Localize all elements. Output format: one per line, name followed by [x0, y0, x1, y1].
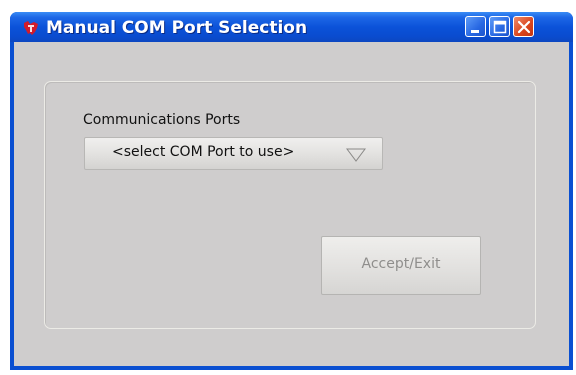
com-port-dropdown[interactable]: <select COM Port to use>	[84, 137, 383, 170]
close-icon	[517, 20, 531, 34]
triangle-down-icon	[346, 148, 366, 162]
maximize-icon	[493, 20, 507, 34]
com-port-dropdown-value: <select COM Port to use>	[112, 144, 295, 160]
minimize-button[interactable]	[465, 16, 486, 37]
window-title: Manual COM Port Selection	[46, 18, 308, 38]
communications-ports-label: Communications Ports	[83, 112, 241, 128]
app-window: Manual COM Port Selection Communications…	[10, 12, 573, 370]
ti-logo-icon	[24, 21, 38, 35]
minimize-icon	[471, 30, 479, 33]
accept-exit-button-label: Accept/Exit	[361, 256, 441, 272]
title-bar[interactable]: Manual COM Port Selection	[10, 12, 573, 42]
dialog-body: Communications Ports <select COM Port to…	[14, 42, 569, 366]
close-button[interactable]	[513, 16, 534, 37]
accept-exit-button[interactable]: Accept/Exit	[321, 236, 481, 295]
maximize-button[interactable]	[489, 16, 510, 37]
